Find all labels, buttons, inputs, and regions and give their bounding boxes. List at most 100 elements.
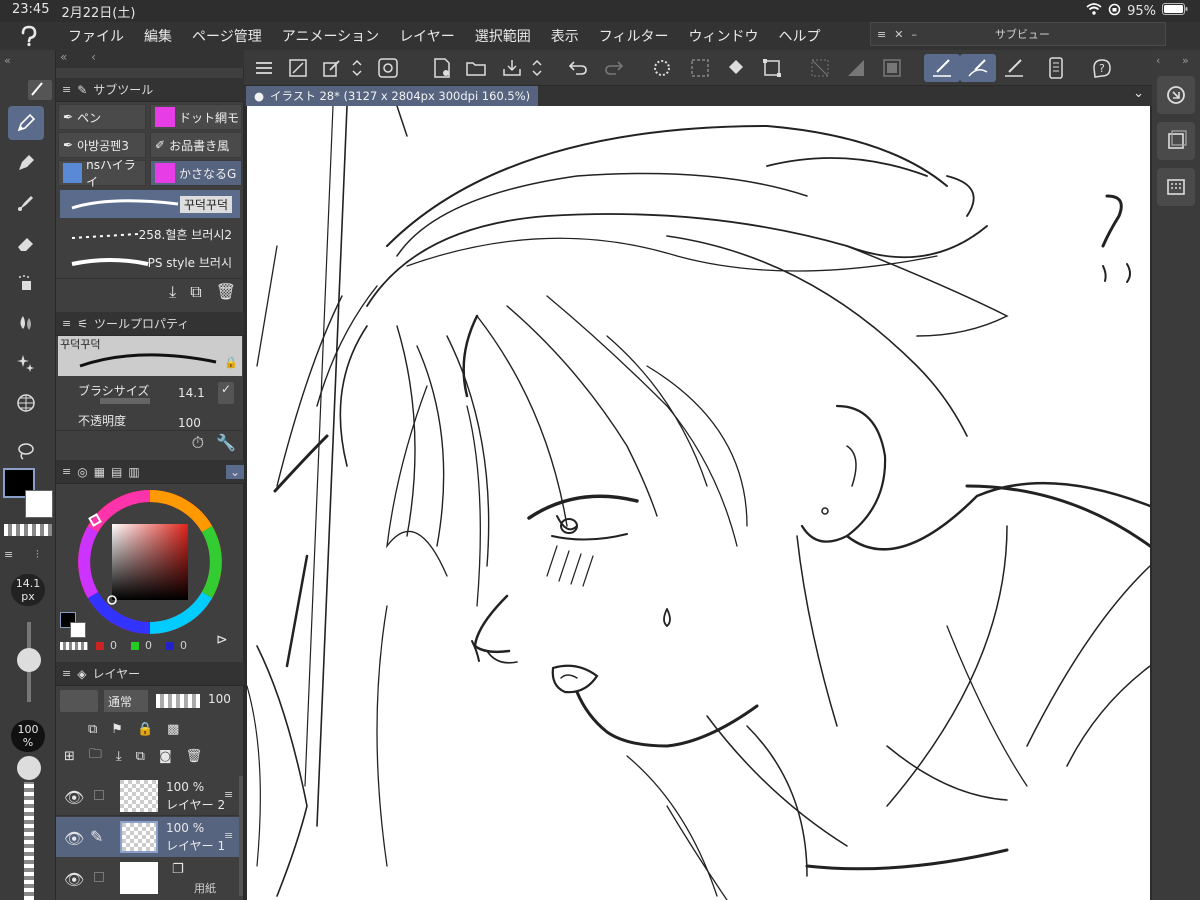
layer-scrollbar[interactable]: [239, 776, 243, 896]
lock-transparent-icon[interactable]: ▩: [167, 722, 179, 737]
invert-icon[interactable]: [842, 54, 870, 82]
brush-item[interactable]: 258.혈흔 브러시2: [60, 220, 240, 248]
back-icon[interactable]: ‹: [1156, 54, 1160, 67]
eraser-tool-icon[interactable]: [8, 226, 44, 260]
merge-layer-icon[interactable]: ⤓: [116, 749, 122, 764]
new-file-icon[interactable]: [428, 54, 456, 82]
eye-icon[interactable]: 👁: [64, 788, 84, 807]
layer-checkbox[interactable]: [94, 872, 104, 882]
brush-size-slider-handle[interactable]: [17, 648, 41, 672]
menu-help[interactable]: ヘルプ: [769, 26, 831, 46]
layer-item[interactable]: 👁 100 % レイヤー 2 ≡: [56, 776, 240, 816]
redo-icon[interactable]: [600, 54, 628, 82]
fill-icon[interactable]: [722, 54, 750, 82]
spiral-icon[interactable]: [374, 54, 402, 82]
opacity-slider-track[interactable]: [24, 782, 34, 900]
lock-icon[interactable]: 🔒: [224, 356, 238, 369]
minimize-icon[interactable]: –: [911, 28, 917, 41]
hamburger-icon[interactable]: ≡: [877, 28, 886, 41]
airbrush-tool-icon[interactable]: [8, 266, 44, 300]
new-folder-icon[interactable]: 🗀: [89, 745, 102, 767]
slider-settings-icon[interactable]: ⫶: [36, 548, 39, 562]
wrench-icon[interactable]: 🔧: [216, 433, 236, 452]
duplicate-icon[interactable]: ⧉: [190, 282, 201, 302]
hamburger-icon[interactable]: ≡: [62, 83, 71, 96]
trash-icon[interactable]: 🗑: [186, 749, 203, 764]
color-set-tab-icon[interactable]: ▦: [94, 465, 105, 479]
opacity-slider-handle[interactable]: [17, 756, 41, 780]
decoration-tool-icon[interactable]: [8, 346, 44, 380]
mini-sub-color[interactable]: [70, 622, 86, 638]
color-wheel[interactable]: [74, 486, 226, 638]
deselect-icon[interactable]: [878, 54, 906, 82]
subtool-abang-pen[interactable]: ✒ 아방공펜3: [58, 132, 146, 158]
app-logo-icon[interactable]: [0, 25, 58, 47]
clear-icon[interactable]: [806, 54, 834, 82]
import-icon[interactable]: ⤓: [169, 282, 176, 302]
brush-size-field[interactable]: 14.1: [178, 386, 205, 400]
intermediate-color-tab-icon[interactable]: ▤: [111, 465, 122, 479]
collapse-left-icon[interactable]: «: [4, 54, 11, 67]
undo-icon[interactable]: [564, 54, 592, 82]
subtool-dot-screen[interactable]: ドット網モ: [150, 104, 242, 130]
layer-menu-icon[interactable]: ≡: [224, 829, 233, 842]
play-circle-icon[interactable]: ⊳: [216, 632, 228, 648]
layer-panel-tab[interactable]: ≡ ◈ レイヤー: [56, 662, 244, 686]
clock-icon[interactable]: ⏱: [192, 433, 204, 453]
color-history-tab-icon[interactable]: ▥: [128, 465, 139, 479]
pencil-tool-icon[interactable]: [8, 146, 44, 180]
tool-property-tab[interactable]: ≡ ⚟ ツールプロパティ: [56, 312, 244, 336]
device-icon[interactable]: [1042, 54, 1070, 82]
subtool-tab[interactable]: ≡ ✎ サブツール: [56, 78, 244, 102]
collapse-right-icon[interactable]: »: [1182, 54, 1189, 67]
snap-grid-icon[interactable]: [1000, 54, 1028, 82]
back-icon[interactable]: ‹: [91, 50, 96, 64]
sub-color-swatch[interactable]: [25, 490, 53, 518]
brush-item-selected[interactable]: 꾸덕꾸덕: [60, 190, 240, 218]
chevron-down-icon[interactable]: ⌄: [225, 464, 244, 479]
subview-window[interactable]: ≡ ✕ – サブビュー: [870, 22, 1166, 46]
mini-transparent-color[interactable]: [60, 642, 88, 650]
reference-layer-icon[interactable]: ⚑: [111, 722, 123, 737]
document-tab[interactable]: ● イラスト 28* (3127 x 2804px 300dpi 160.5%): [246, 86, 539, 106]
blend-mode-select[interactable]: 通常: [104, 690, 148, 712]
lock-icon[interactable]: 🔒: [137, 722, 153, 737]
drawing-canvas[interactable]: [247, 106, 1150, 900]
snap-special-ruler-icon[interactable]: [960, 54, 996, 82]
menu-window[interactable]: ウィンドウ: [679, 26, 769, 46]
subtool-ns-highlight[interactable]: nsハイライ: [58, 158, 146, 189]
open-folder-icon[interactable]: [462, 54, 490, 82]
layer-property-icon[interactable]: [1157, 122, 1195, 160]
layer-color-select[interactable]: [60, 690, 98, 712]
blue-value[interactable]: 0: [180, 639, 187, 652]
pen-tool-icon[interactable]: [8, 106, 44, 140]
blend-tool-icon[interactable]: [8, 306, 44, 340]
chevron-updown-icon[interactable]: [348, 54, 366, 82]
red-value[interactable]: 0: [110, 639, 117, 652]
copy-layer-icon[interactable]: ⧉: [136, 749, 145, 764]
eye-icon[interactable]: 👁: [64, 870, 84, 889]
help-icon[interactable]: ?: [1088, 54, 1116, 82]
lasso-tool-icon[interactable]: [8, 434, 44, 468]
material-icon[interactable]: [1157, 168, 1195, 206]
color-panel-tab[interactable]: ≡ ◎ ▦ ▤ ▥ ⌄: [56, 460, 244, 484]
edit-icon[interactable]: [318, 54, 346, 82]
menu-view[interactable]: 表示: [541, 26, 589, 46]
selection-icon[interactable]: [686, 54, 714, 82]
opacity-field[interactable]: 100: [178, 416, 201, 430]
transform-icon[interactable]: [758, 54, 786, 82]
tool-strip-tab[interactable]: [28, 80, 52, 100]
clip-layer-icon[interactable]: ⧉: [88, 722, 97, 737]
menu-filter[interactable]: フィルター: [589, 26, 679, 46]
menu-layer[interactable]: レイヤー: [389, 26, 465, 46]
layer-opacity-bar[interactable]: [156, 694, 200, 708]
transparent-color-swatch[interactable]: [4, 524, 52, 536]
brush-size-bar[interactable]: [100, 398, 150, 404]
green-value[interactable]: 0: [145, 639, 152, 652]
brush-tool-icon[interactable]: [8, 186, 44, 220]
layer-menu-icon[interactable]: ≡: [224, 788, 233, 801]
layer-item-selected[interactable]: 👁 ✎ 100 % レイヤー 1 ≡: [56, 817, 240, 857]
collapse-icon[interactable]: «: [60, 50, 67, 64]
navigator-icon[interactable]: [1157, 76, 1195, 114]
mask-icon[interactable]: ◙: [159, 749, 172, 764]
